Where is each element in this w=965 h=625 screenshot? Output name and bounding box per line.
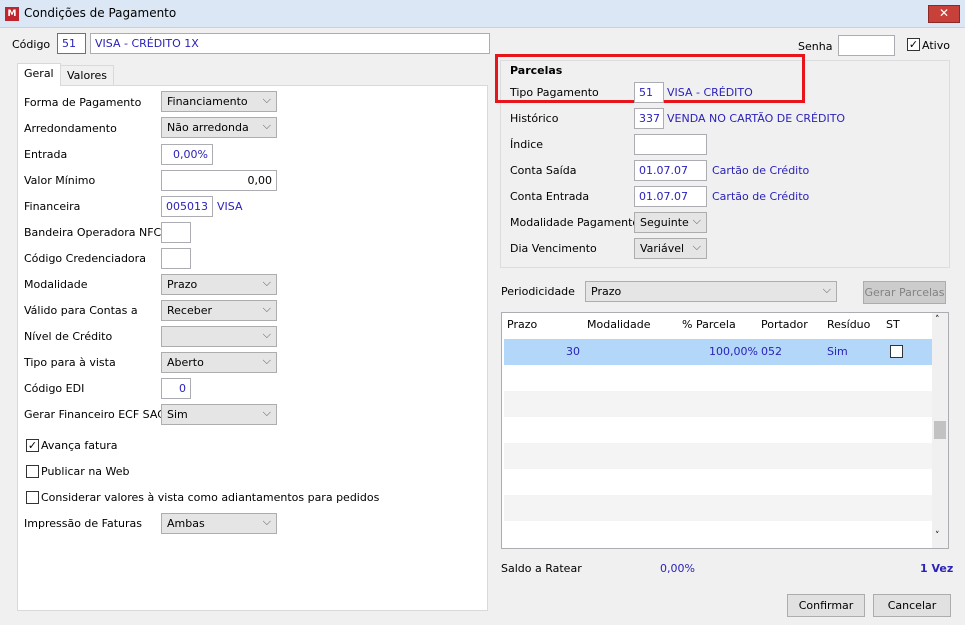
saldo-label: Saldo a Ratear <box>501 562 582 575</box>
scroll-up-icon[interactable]: ˄ <box>935 315 940 325</box>
senha-label: Senha <box>798 40 833 53</box>
cell-prazo: 30 <box>566 345 580 358</box>
descricao-input[interactable]: VISA - CRÉDITO 1X <box>90 33 490 54</box>
vezes-value: 1 Vez <box>920 562 954 575</box>
codigo-input[interactable]: 51 <box>57 33 86 54</box>
app-logo-icon: M <box>5 7 19 21</box>
ativo-label: Ativo <box>922 39 950 52</box>
impressao-label: Impressão de Faturas <box>24 517 143 530</box>
periodicidade-label: Periodicidade <box>501 285 575 298</box>
historico-label: Histórico <box>510 112 559 125</box>
cancelar-button[interactable]: Cancelar <box>873 594 951 617</box>
parcelas-table: Prazo Modalidade % Parcela Portador Resí… <box>501 312 949 549</box>
ecf-select[interactable]: Sim <box>161 404 277 425</box>
publicar-label: Publicar na Web <box>41 465 130 478</box>
nivel-select[interactable] <box>161 326 277 347</box>
scrollbar[interactable]: ˄ ˅ <box>932 313 948 548</box>
credenciadora-input[interactable] <box>161 248 191 269</box>
senha-input[interactable] <box>838 35 895 56</box>
tab-valores[interactable]: Valores <box>60 65 114 86</box>
historico-nome: VENDA NO CARTÃO DE CRÉDITO <box>667 112 846 125</box>
saldo-value: 0,00% <box>660 562 695 575</box>
valor-minimo-label: Valor Mínimo <box>24 174 96 187</box>
cell-st-checkbox[interactable] <box>890 345 903 358</box>
nivel-label: Nível de Crédito <box>24 330 113 343</box>
publicar-checkbox[interactable] <box>26 465 39 478</box>
tipo-pagamento-label: Tipo Pagamento <box>510 86 599 99</box>
col-st: ST <box>886 318 900 331</box>
avanca-checkbox[interactable]: ✓ <box>26 439 39 452</box>
title-bar: M Condições de Pagamento ✕ <box>0 0 965 28</box>
col-parcela: % Parcela <box>682 318 736 331</box>
parcelas-title: Parcelas <box>510 64 563 77</box>
ecf-label: Gerar Financeiro ECF SAC <box>24 408 165 421</box>
gerar-parcelas-button[interactable]: Gerar Parcelas <box>863 281 946 304</box>
dia-vencimento-label: Dia Vencimento <box>510 242 597 255</box>
entrada-input[interactable]: 0,00% <box>161 144 213 165</box>
scroll-down-icon[interactable]: ˅ <box>935 531 940 541</box>
cell-residuo: Sim <box>827 345 848 358</box>
valido-select[interactable]: Receber <box>161 300 277 321</box>
modalidade-select[interactable]: Prazo <box>161 274 277 295</box>
tipo-pagamento-nome: VISA - CRÉDITO <box>667 86 753 99</box>
forma-select[interactable]: Financiamento <box>161 91 277 112</box>
indice-input[interactable] <box>634 134 707 155</box>
considerar-label: Considerar valores à vista como adiantam… <box>41 491 380 504</box>
entrada-label: Entrada <box>24 148 68 161</box>
modalidade-pagamento-label: Modalidade Pagamento <box>510 216 640 229</box>
tipo-vista-label: Tipo para à vista <box>24 356 116 369</box>
cell-portador: 052 <box>761 345 782 358</box>
financeira-label: Financeira <box>24 200 81 213</box>
scroll-thumb[interactable] <box>934 421 946 439</box>
col-prazo: Prazo <box>507 318 538 331</box>
dia-vencimento-select[interactable]: Variável <box>634 238 707 259</box>
impressao-select[interactable]: Ambas <box>161 513 277 534</box>
forma-label: Forma de Pagamento <box>24 96 142 109</box>
indice-label: Índice <box>510 138 544 151</box>
historico-input[interactable]: 337 <box>634 108 664 129</box>
ativo-checkbox[interactable]: ✓ <box>907 38 920 51</box>
close-button[interactable]: ✕ <box>928 5 960 23</box>
window-title: Condições de Pagamento <box>24 6 177 20</box>
codigo-label: Código <box>12 38 51 51</box>
periodicidade-select[interactable]: Prazo <box>585 281 837 302</box>
edi-label: Código EDI <box>24 382 85 395</box>
col-portador: Portador <box>761 318 808 331</box>
credenciadora-label: Código Credenciadora <box>24 252 146 265</box>
conta-entrada-input[interactable]: 01.07.07 <box>634 186 707 207</box>
conta-saida-nome: Cartão de Crédito <box>712 164 810 177</box>
financeira-nome: VISA <box>217 200 243 213</box>
conta-entrada-label: Conta Entrada <box>510 190 590 203</box>
valor-minimo-input[interactable]: 0,00 <box>161 170 277 191</box>
tipo-pagamento-input[interactable]: 51 <box>634 82 664 103</box>
col-modalidade: Modalidade <box>587 318 651 331</box>
bandeira-label: Bandeira Operadora NFC-e <box>24 226 172 239</box>
bandeira-input[interactable] <box>161 222 191 243</box>
conta-saida-input[interactable]: 01.07.07 <box>634 160 707 181</box>
col-residuo: Resíduo <box>827 318 871 331</box>
valido-label: Válido para Contas a <box>24 304 138 317</box>
cell-parcela: 100,00% <box>709 345 758 358</box>
modalidade-pagamento-select[interactable]: Seguinte <box>634 212 707 233</box>
confirmar-button[interactable]: Confirmar <box>787 594 865 617</box>
arred-select[interactable]: Não arredonda <box>161 117 277 138</box>
arred-label: Arredondamento <box>24 122 117 135</box>
modalidade-label: Modalidade <box>24 278 88 291</box>
avanca-label: Avança fatura <box>41 439 118 452</box>
conta-saida-label: Conta Saída <box>510 164 577 177</box>
tipo-vista-select[interactable]: Aberto <box>161 352 277 373</box>
table-row[interactable]: 30 100,00% 052 Sim <box>504 339 932 365</box>
considerar-checkbox[interactable] <box>26 491 39 504</box>
tab-geral[interactable]: Geral <box>17 63 61 86</box>
conta-entrada-nome: Cartão de Crédito <box>712 190 810 203</box>
financeira-input[interactable]: 005013 <box>161 196 213 217</box>
edi-input[interactable]: 0 <box>161 378 191 399</box>
